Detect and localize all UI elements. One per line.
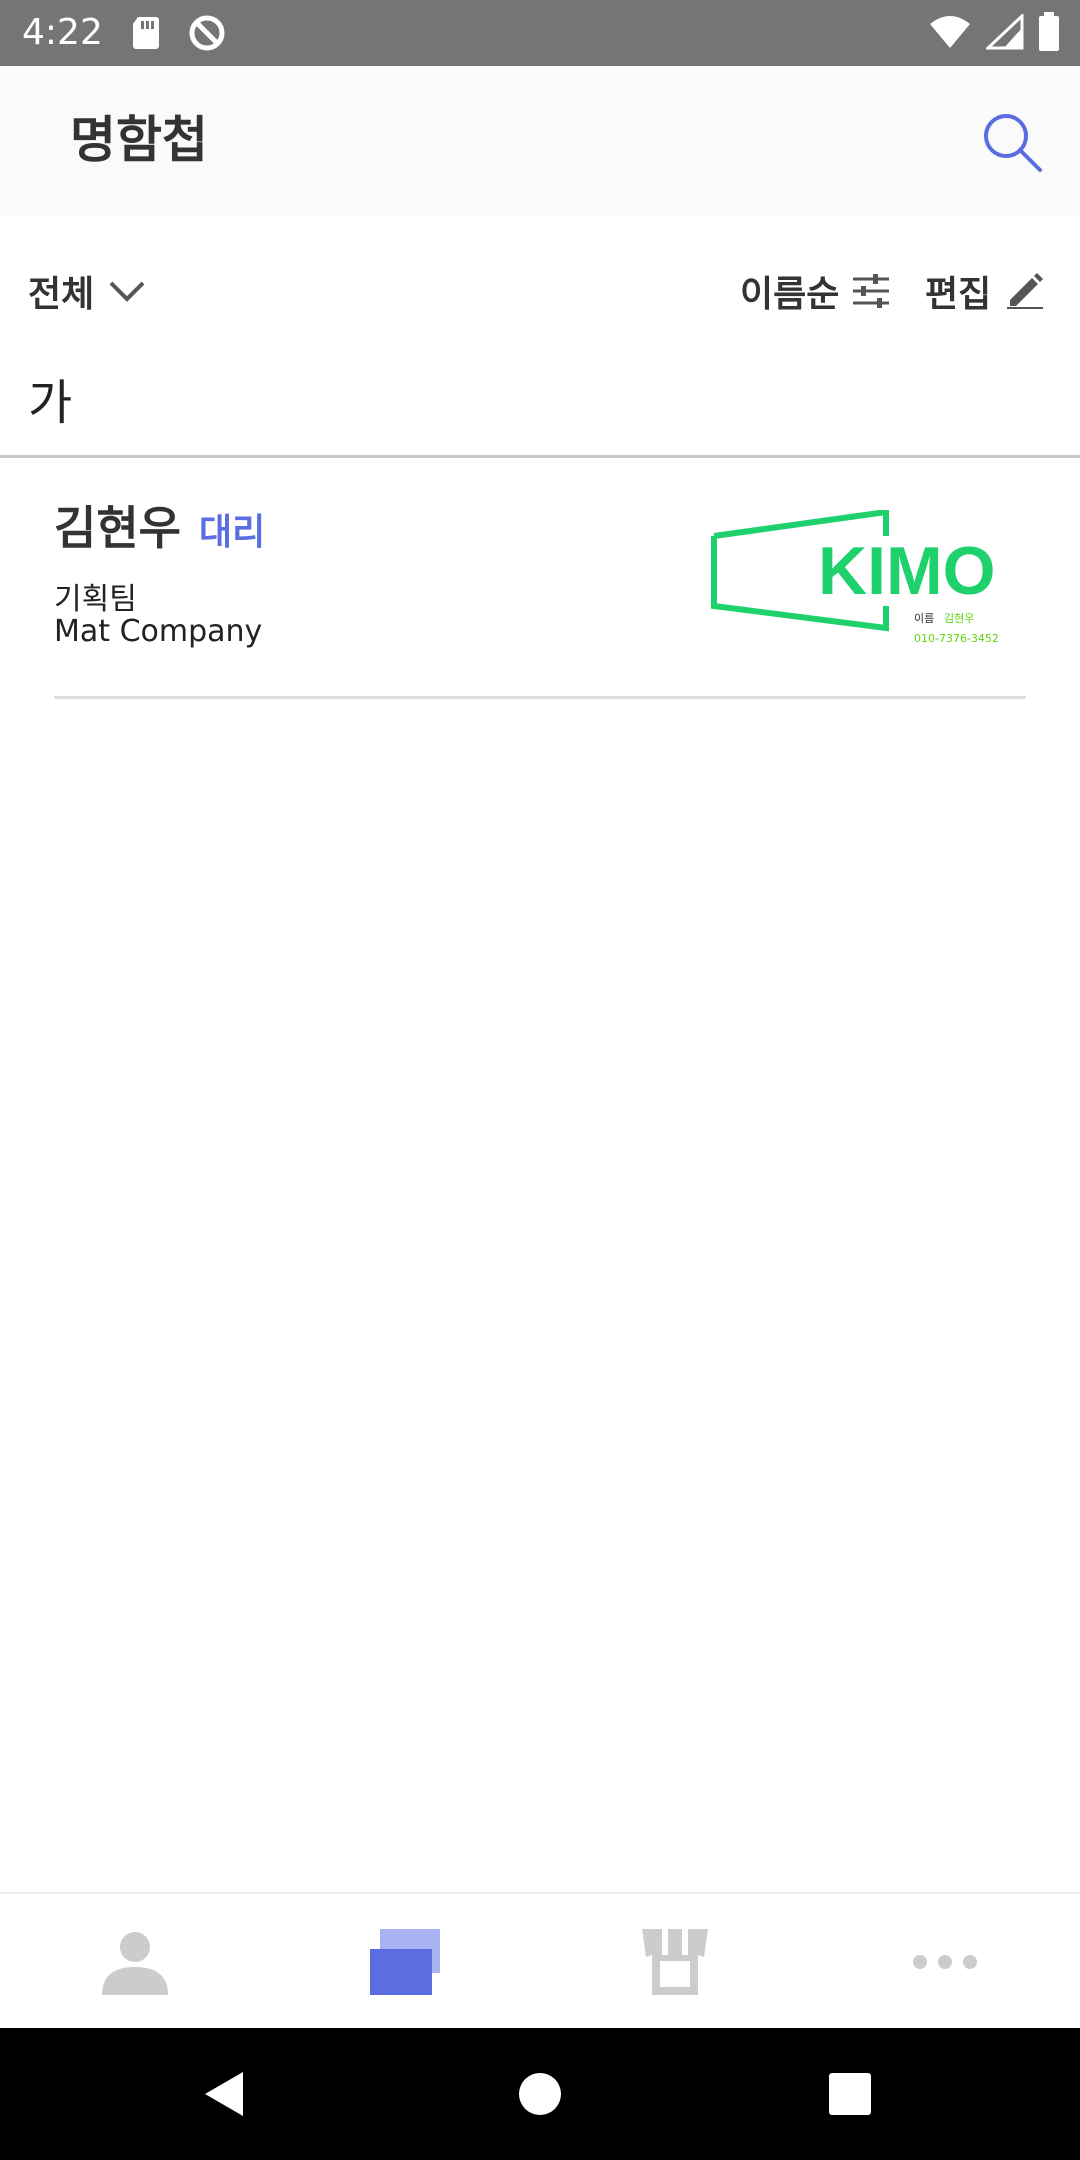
system-nav-bar	[0, 2028, 1080, 2160]
nav-more[interactable]	[810, 1894, 1080, 2030]
edit-button[interactable]: 편집	[925, 265, 1044, 317]
section-divider	[0, 455, 1080, 458]
sort-button[interactable]: 이름순	[740, 265, 890, 317]
card-logo-text: KIMO	[818, 533, 996, 609]
home-icon	[519, 2073, 561, 2115]
bottom-nav	[0, 1892, 1080, 2028]
more-icon	[913, 1955, 977, 1969]
signal-icon	[984, 12, 1024, 54]
page-title: 명함첩	[70, 111, 208, 169]
recents-button[interactable]	[790, 2028, 910, 2160]
nav-cards[interactable]	[270, 1894, 540, 2030]
card-thumbnail: KIMO 이름 김현우 010-7376-3452	[711, 510, 999, 645]
cards-icon	[370, 1929, 440, 1995]
search-button[interactable]	[978, 110, 1048, 180]
filter-row: 전체 이름순 편집	[0, 255, 1080, 325]
group-filter-label: 전체	[28, 274, 95, 315]
card-name-row: 김현우 대리	[54, 492, 265, 558]
sort-label: 이름순	[740, 274, 840, 315]
status-time: 4:22	[22, 12, 103, 53]
card-company: Mat Company	[54, 614, 263, 649]
card-name: 김현우	[54, 501, 181, 555]
search-icon	[984, 114, 1042, 172]
nav-profile[interactable]	[0, 1894, 270, 2030]
card-thumb-name-label: 이름	[914, 612, 934, 625]
edit-label: 편집	[925, 274, 992, 315]
home-button[interactable]	[480, 2028, 600, 2160]
status-right	[928, 12, 1060, 56]
recents-icon	[829, 2073, 871, 2115]
chevron-down-icon	[109, 281, 145, 302]
group-filter-dropdown[interactable]: 전체	[28, 265, 146, 317]
section-header: 가	[28, 375, 73, 431]
business-card-item[interactable]: 김현우 대리 기획팀 Mat Company KIMO 이름 김현우 010-7…	[54, 480, 1026, 700]
back-icon	[205, 2072, 243, 2116]
status-bar: 4:22	[0, 0, 1080, 66]
card-team: 기획팀	[54, 582, 137, 617]
sync-disabled-icon	[187, 13, 227, 57]
card-thumb-phone: 010-7376-3452	[914, 632, 999, 645]
profile-icon	[102, 1932, 168, 1995]
app-bar: 명함첩	[0, 66, 1080, 216]
pencil-icon	[1007, 273, 1044, 309]
nav-store[interactable]	[540, 1894, 810, 2030]
store-icon	[642, 1929, 708, 1995]
wifi-icon	[928, 14, 972, 54]
back-button[interactable]	[165, 2028, 285, 2160]
battery-icon	[1038, 12, 1060, 56]
sliders-icon	[853, 274, 890, 308]
card-divider	[54, 696, 1026, 699]
card-thumb-name-value: 김현우	[944, 612, 974, 625]
card-position: 대리	[198, 512, 266, 553]
sd-card-icon	[130, 15, 162, 55]
